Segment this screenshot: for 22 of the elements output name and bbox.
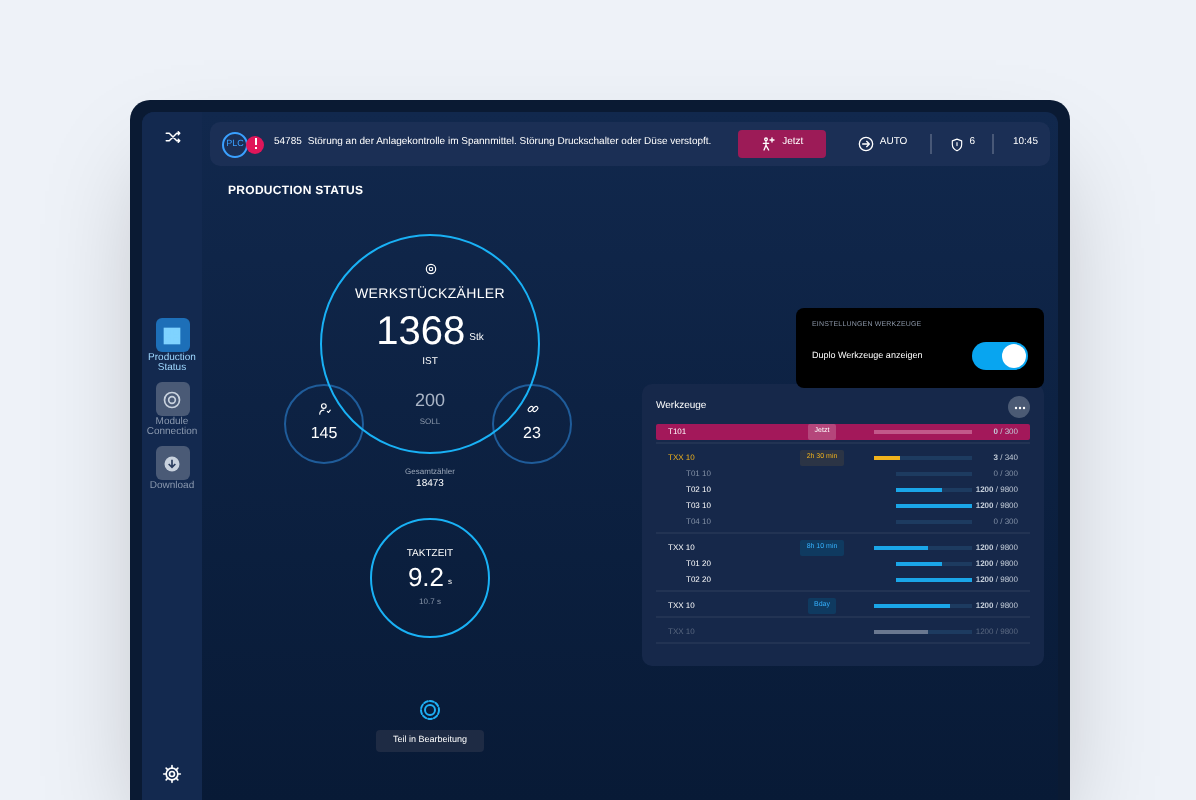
side-counter-ring	[492, 384, 572, 464]
toggle-switch[interactable]	[972, 342, 1028, 371]
person-icon	[317, 402, 331, 416]
cycle-ring	[370, 518, 490, 638]
counter-value: 1368	[376, 311, 466, 351]
arrow-circle-icon	[857, 136, 874, 152]
download-icon	[162, 453, 182, 473]
shield-icon	[949, 137, 964, 151]
disc-icon	[162, 389, 182, 409]
counter-value: 145	[310, 422, 338, 446]
dashboard-icon	[162, 325, 182, 345]
error-icon	[246, 135, 264, 153]
settings-icon[interactable]	[162, 764, 182, 784]
spinner-icon	[418, 698, 442, 722]
side-counter-ring	[284, 384, 364, 464]
more-button[interactable]	[1008, 396, 1030, 418]
chain-icon	[525, 402, 539, 416]
target-value: 200	[414, 388, 446, 414]
cycle-value: 9.2	[407, 562, 445, 593]
person-plus-icon	[760, 136, 777, 152]
shuffle-icon[interactable]	[163, 128, 181, 146]
counter-value: 23	[523, 422, 541, 446]
